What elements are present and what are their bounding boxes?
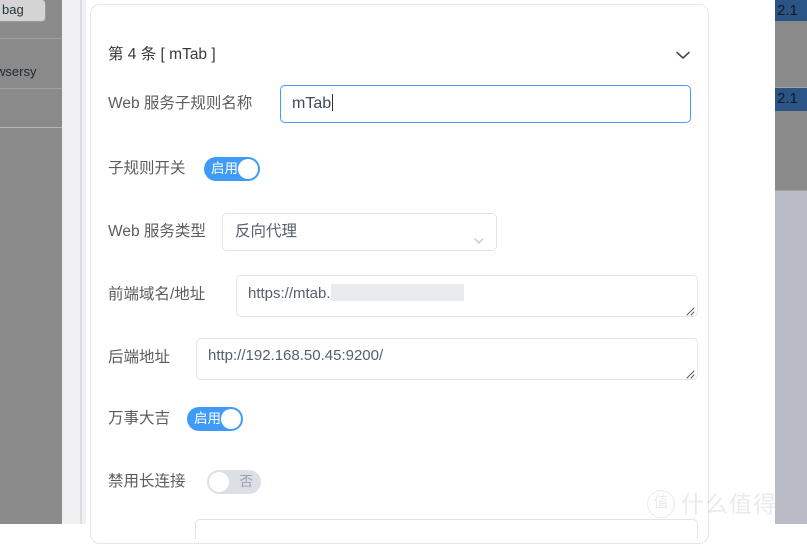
edge-version-badge: 2.1	[775, 88, 807, 111]
rule-switch-toggle[interactable]: 启用	[204, 157, 260, 181]
service-type-value: 反向代理	[235, 223, 298, 240]
form-row-service-type: Web 服务类型 反向代理	[108, 213, 698, 251]
rule-name-value: mTab	[292, 95, 332, 112]
chevron-down-icon	[472, 226, 486, 244]
backend-address-textarea[interactable]: http://192.168.50.45:9200/	[196, 338, 698, 380]
rule-card-title: 第 4 条 [ mTab ]	[108, 46, 216, 63]
rule-name-label: Web 服务子规则名称	[108, 95, 253, 112]
background-list-text: wsersy	[0, 64, 37, 79]
rule-name-input[interactable]: mTab	[280, 85, 691, 123]
form-row-frontend-domain: 前端域名/地址 https://mtab.	[108, 275, 698, 317]
frontend-domain-value: https://mtab.	[248, 285, 331, 302]
service-type-label: Web 服务类型	[108, 223, 206, 240]
edge-grey-block	[775, 191, 807, 524]
edge-divider	[775, 190, 807, 191]
rule-card-header: 第 4 条 [ mTab ]	[108, 43, 693, 69]
next-field-input-partial[interactable]	[195, 519, 698, 539]
toggle-knob	[238, 159, 258, 179]
form-row-rule-name: Web 服务子规则名称 mTab	[108, 85, 698, 123]
form-row-rule-switch: 子规则开关 启用	[108, 157, 698, 181]
toggle-knob	[221, 409, 241, 429]
background-divider	[0, 38, 62, 39]
edge-divider	[775, 87, 807, 88]
wansheng-label: 万事大吉	[108, 410, 171, 427]
rule-card: 第 4 条 [ mTab ] Web 服务子规则名称 mTab 子规则开关 启用…	[90, 4, 709, 544]
edge-grey-block	[775, 21, 807, 88]
form-row-backend-address: 后端地址 http://192.168.50.45:9200/	[108, 338, 698, 380]
backend-address-label: 后端地址	[108, 349, 171, 366]
frontend-domain-label: 前端域名/地址	[108, 286, 206, 303]
overlay-gutter	[62, 0, 86, 524]
backend-address-value: http://192.168.50.45:9200/	[208, 347, 384, 364]
wansheng-state: 启用	[194, 411, 221, 426]
frontend-domain-textarea[interactable]: https://mtab.	[236, 275, 698, 317]
service-type-select[interactable]: 反向代理	[222, 213, 497, 251]
disable-keepalive-label: 禁用长连接	[108, 473, 186, 490]
background-divider	[0, 88, 62, 89]
wansheng-toggle[interactable]: 启用	[187, 407, 243, 431]
chevron-down-icon[interactable]	[673, 45, 693, 65]
text-caret	[332, 94, 334, 111]
disable-keepalive-toggle[interactable]: 否	[207, 470, 261, 494]
edge-version-badge: 2.1	[775, 0, 807, 21]
redacted-domain-mask	[330, 284, 464, 301]
resize-handle-icon[interactable]	[683, 366, 695, 379]
settings-dialog: 第 4 条 [ mTab ] Web 服务子规则名称 mTab 子规则开关 启用…	[86, 0, 723, 544]
background-lower-area	[0, 128, 62, 524]
edge-grey-block	[775, 111, 807, 190]
rule-switch-label: 子规则开关	[108, 160, 186, 177]
form-row-wansheng: 万事大吉 启用	[108, 407, 698, 431]
resize-handle-icon[interactable]	[683, 303, 695, 316]
rule-switch-state: 启用	[211, 161, 238, 176]
background-left-panel: bag wsersy	[0, 0, 62, 524]
toggle-knob	[209, 472, 229, 492]
form-row-disable-keepalive: 禁用长连接 否	[108, 470, 698, 494]
overlay-gutter-line	[80, 0, 82, 524]
disable-keepalive-state: 否	[239, 474, 254, 489]
background-tab-chip[interactable]: bag	[0, 0, 46, 22]
